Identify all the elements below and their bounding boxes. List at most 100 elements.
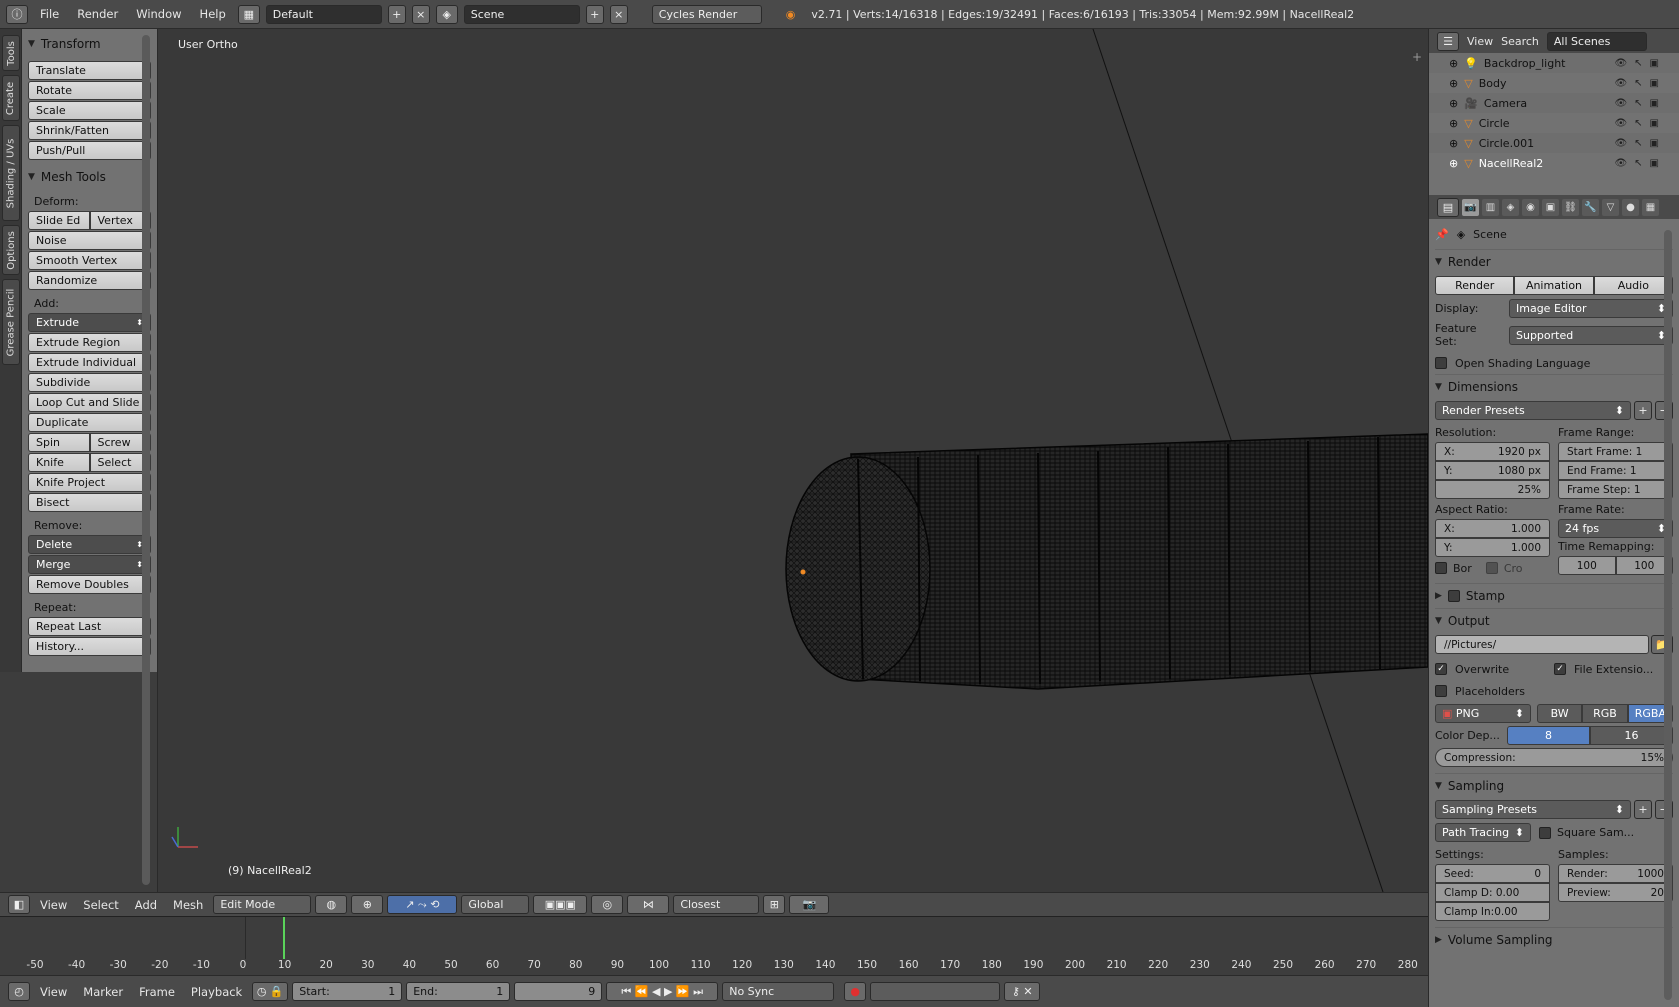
eye-icon[interactable]: 👁: [1614, 118, 1627, 129]
render-samples-field[interactable]: Render: 1000: [1558, 864, 1673, 883]
current-frame-field[interactable]: 9: [514, 982, 603, 1001]
render-panel-header[interactable]: ▼ Render: [1435, 249, 1673, 274]
material-tab-icon[interactable]: ●: [1622, 198, 1639, 216]
properties-editor-icon[interactable]: ▤: [1437, 197, 1459, 217]
3d-viewport[interactable]: [158, 29, 1428, 892]
tab-shading-uvs[interactable]: Shading / UVs: [2, 125, 20, 221]
animation-button[interactable]: Animation: [1514, 276, 1594, 295]
mode-select[interactable]: Edit Mode: [213, 895, 312, 914]
start-frame-prop[interactable]: Start Frame: 1: [1558, 442, 1673, 461]
render-button[interactable]: Render: [1435, 276, 1515, 295]
file-extension-checkbox[interactable]: ✓: [1554, 663, 1566, 675]
render-presets-select[interactable]: Render Presets ⬍: [1435, 401, 1631, 420]
expand-icon[interactable]: ⊕: [1449, 97, 1458, 110]
snap-icon[interactable]: ⋈: [627, 895, 670, 914]
rgb-button[interactable]: RGB: [1582, 704, 1628, 723]
end-frame-prop[interactable]: End Frame: 1: [1558, 461, 1673, 480]
texture-tab-icon[interactable]: ▦: [1642, 198, 1659, 216]
menu-select[interactable]: Select: [77, 898, 124, 912]
res-y-field[interactable]: Y: 1080 px: [1435, 461, 1550, 480]
manipulator-icon[interactable]: ↗ ⤳ ⟲: [387, 895, 458, 914]
scene-add-icon[interactable]: +: [585, 4, 604, 24]
delete-menu[interactable]: Delete ⬍: [28, 535, 151, 554]
tool-shelf-scrollbar[interactable]: [142, 35, 150, 885]
outliner-item[interactable]: ⊕ 🎥 Camera 👁 ↖ ▣: [1429, 93, 1679, 113]
randomize-button[interactable]: Randomize: [28, 271, 151, 290]
camera-render-icon[interactable]: ▣: [1650, 78, 1659, 89]
placeholders-checkbox[interactable]: [1435, 685, 1447, 697]
spin-button[interactable]: Spin: [28, 433, 90, 452]
menu-mesh[interactable]: Mesh: [167, 898, 209, 912]
camera-render-icon[interactable]: ▣: [1650, 98, 1659, 109]
camera-render-icon[interactable]: ▣: [1650, 138, 1659, 149]
layout-icon[interactable]: ▦: [237, 4, 260, 24]
render-engine-select[interactable]: Cycles Render: [651, 4, 762, 24]
shading-mode-icon[interactable]: ◍: [315, 895, 348, 914]
remove-doubles-button[interactable]: Remove Doubles: [28, 575, 151, 594]
frame-step-prop[interactable]: Frame Step: 1: [1558, 480, 1673, 499]
keying-set-field[interactable]: [870, 982, 1001, 1001]
expand-icon[interactable]: ⊕: [1449, 157, 1458, 170]
render-tab-icon[interactable]: 📷: [1462, 198, 1479, 216]
menu-help[interactable]: Help: [194, 7, 232, 21]
cursor-icon[interactable]: ↖: [1634, 118, 1642, 129]
start-frame-field[interactable]: Start: 1: [292, 982, 403, 1001]
scene-field[interactable]: Scene: [463, 4, 580, 24]
expand-icon[interactable]: ⊕: [1449, 137, 1458, 150]
outliner-item[interactable]: ⊕ ▽ Body 👁 ↖ ▣: [1429, 73, 1679, 93]
sampling-add-icon[interactable]: +: [1634, 800, 1652, 819]
snap-target-select[interactable]: Closest: [673, 895, 760, 914]
shrink-fatten-button[interactable]: Shrink/Fatten: [28, 121, 151, 140]
keyframe-icons[interactable]: ⚷ ✕: [1004, 982, 1041, 1001]
loop-cut-slide-button[interactable]: Loop Cut and Slide: [28, 393, 151, 412]
select-mode-icon[interactable]: ▣▣▣: [533, 895, 588, 914]
outliner-menu-view[interactable]: View: [1467, 35, 1493, 48]
repeat-last-button[interactable]: Repeat Last: [28, 617, 151, 636]
sync-select[interactable]: No Sync: [722, 982, 835, 1001]
data-tab-icon[interactable]: ▽: [1602, 198, 1619, 216]
res-percent-field[interactable]: 25%: [1435, 480, 1550, 499]
preview-range-icon[interactable]: ◷ 🔒: [252, 982, 289, 1001]
menu-frame[interactable]: Frame: [133, 985, 181, 999]
aspect-x-field[interactable]: X: 1.000: [1435, 519, 1550, 538]
tab-grease-pencil[interactable]: Grease Pencil: [2, 279, 20, 365]
constraints-tab-icon[interactable]: ⛓: [1562, 198, 1579, 216]
modifiers-tab-icon[interactable]: 🔧: [1582, 198, 1599, 216]
history-button[interactable]: History...: [28, 637, 151, 656]
osl-checkbox[interactable]: [1435, 357, 1447, 369]
expand-icon[interactable]: ⊕: [1449, 57, 1458, 70]
feature-set-select[interactable]: Supported ⬍: [1509, 325, 1673, 345]
eye-icon[interactable]: 👁: [1614, 158, 1627, 169]
seed-field[interactable]: Seed: 0: [1435, 864, 1550, 883]
remap-old-field[interactable]: 100: [1558, 556, 1616, 575]
snap-align-icon[interactable]: ⊞: [763, 895, 786, 914]
bw-button[interactable]: BW: [1537, 704, 1583, 723]
pin-icon[interactable]: 📌: [1435, 228, 1449, 241]
cursor-icon[interactable]: ↖: [1634, 138, 1642, 149]
depth-8-button[interactable]: 8: [1507, 726, 1590, 745]
crop-checkbox[interactable]: [1485, 562, 1498, 574]
dimensions-panel-header[interactable]: ▼ Dimensions: [1435, 374, 1673, 399]
record-icon[interactable]: ●: [844, 982, 867, 1001]
compression-slider[interactable]: Compression: 15%: [1435, 748, 1673, 767]
scale-button[interactable]: Scale: [28, 101, 151, 120]
scene-close-icon[interactable]: ×: [609, 4, 628, 24]
stamp-checkbox[interactable]: [1447, 590, 1460, 602]
preset-add-icon[interactable]: +: [1634, 401, 1652, 420]
tab-create[interactable]: Create: [2, 75, 20, 121]
info-icon[interactable]: ⓘ: [6, 4, 28, 24]
scene-icon[interactable]: ◈: [435, 4, 458, 24]
display-select[interactable]: Image Editor ⬍: [1509, 299, 1673, 318]
menu-window[interactable]: Window: [130, 7, 187, 21]
integrator-select[interactable]: Path Tracing ⬍: [1435, 823, 1531, 842]
cursor-icon[interactable]: ↖: [1634, 158, 1642, 169]
scene-tab-icon[interactable]: ◈: [1502, 198, 1519, 216]
render-preview-icon[interactable]: 📷: [789, 895, 830, 914]
translate-button[interactable]: Translate: [28, 61, 151, 80]
extrude-region-button[interactable]: Extrude Region: [28, 333, 151, 352]
menu-view-timeline[interactable]: View: [34, 985, 73, 999]
overwrite-checkbox[interactable]: ✓: [1435, 663, 1447, 675]
sampling-panel-header[interactable]: ▼ Sampling: [1435, 773, 1673, 798]
menu-playback[interactable]: Playback: [185, 985, 248, 999]
outliner-item[interactable]: ⊕ 💡 Backdrop_light 👁 ↖ ▣: [1429, 53, 1679, 73]
